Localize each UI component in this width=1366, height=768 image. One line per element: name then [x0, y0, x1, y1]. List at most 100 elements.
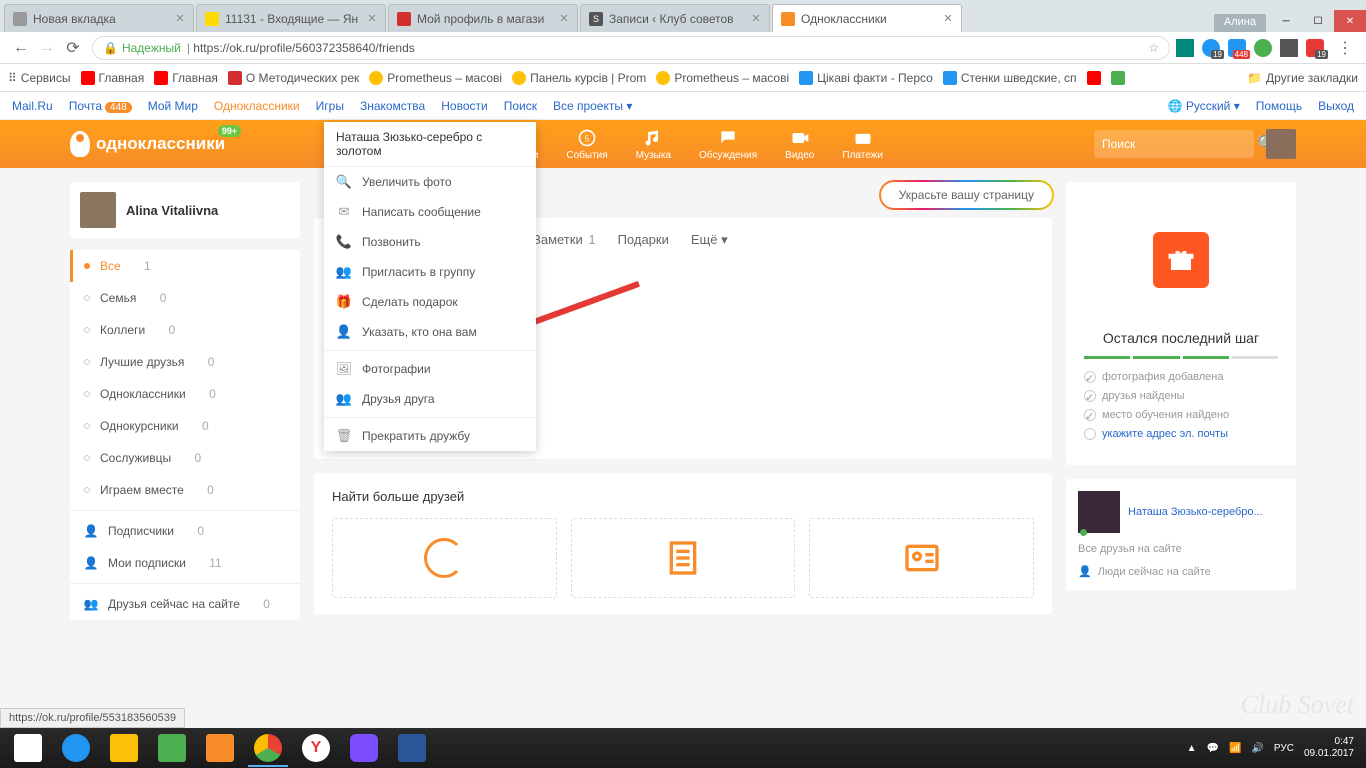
widget-friend[interactable]: Наташа Зюзько-серебро...	[1078, 491, 1284, 533]
decorate-button[interactable]: Украсьте вашу страницу	[881, 182, 1052, 208]
nav-video[interactable]: Видео	[785, 128, 814, 161]
other-bookmarks[interactable]: 📁Другие закладки	[1247, 71, 1358, 85]
task-vlc[interactable]	[196, 729, 244, 767]
tab-notes[interactable]: Заметки 1	[533, 232, 596, 248]
category-coursemates[interactable]: Однокурсники 0	[70, 410, 300, 442]
bookmark[interactable]: Prometheus – масові	[656, 71, 789, 85]
find-box[interactable]	[571, 518, 796, 598]
category-coworkers[interactable]: Сослуживцы 0	[70, 442, 300, 474]
browser-tab[interactable]: Мой профиль в магази✕	[388, 4, 578, 32]
ctx-call[interactable]: 📞Позвонить	[324, 227, 536, 257]
mailru-link[interactable]: Мой Мир	[148, 99, 198, 113]
task-ie[interactable]	[52, 729, 100, 767]
back-button[interactable]: ←	[8, 35, 34, 61]
browser-tab-active[interactable]: Одноклассники✕	[772, 4, 962, 32]
close-icon[interactable]: ✕	[559, 14, 569, 24]
maximize-button[interactable]: ☐	[1302, 10, 1334, 32]
bookmark[interactable]	[1087, 71, 1101, 85]
search-box[interactable]: 🔍	[1094, 130, 1254, 158]
action-center-icon[interactable]: 💬	[1207, 743, 1219, 754]
bookmark[interactable]: ⠿Сервисы	[8, 71, 71, 85]
browser-tab[interactable]: SЗаписи ‹ Клуб советов✕	[580, 4, 770, 32]
start-button[interactable]	[4, 729, 52, 767]
volume-icon[interactable]: 🔊	[1251, 743, 1263, 754]
check-email[interactable]: укажите адрес эл. почты	[1084, 428, 1278, 440]
bookmark[interactable]: О Методических рек	[228, 71, 359, 85]
find-box[interactable]	[332, 518, 557, 598]
browser-tab[interactable]: 11131 - Входящие — Ян✕	[196, 4, 386, 32]
bookmark[interactable]: Цікаві факти - Персо	[799, 71, 933, 85]
bookmark[interactable]: Стенки шведские, сп	[943, 71, 1077, 85]
nav-events[interactable]: 5События	[566, 128, 607, 161]
language-button[interactable]: 🌐 Русский ▾	[1168, 99, 1240, 113]
search-input[interactable]	[1102, 137, 1257, 151]
task-explorer[interactable]	[100, 729, 148, 767]
nav-payments[interactable]: Платежи	[842, 128, 883, 161]
bookmark[interactable]: Prometheus – масові	[369, 71, 502, 85]
task-chrome[interactable]	[244, 729, 292, 767]
clock[interactable]: 0:4709.01.2017	[1304, 736, 1354, 760]
tray-icon[interactable]: ▲	[1187, 743, 1197, 754]
bookmark[interactable]: Главная	[154, 71, 218, 85]
mailru-link[interactable]: Почта448	[69, 99, 132, 113]
extension-icon[interactable]	[1280, 39, 1298, 57]
task-store[interactable]	[148, 729, 196, 767]
bookmark[interactable]: Главная	[81, 71, 145, 85]
language-indicator[interactable]: РУС	[1274, 743, 1294, 754]
mailru-link-active[interactable]: Одноклассники	[214, 99, 300, 113]
star-icon[interactable]: ☆	[1148, 41, 1159, 55]
logout-link[interactable]: Выход	[1318, 99, 1354, 113]
ctx-friends-of-friend[interactable]: 👥Друзья друга	[324, 384, 536, 414]
tab-more[interactable]: Ещё ▾	[691, 232, 728, 248]
category-online-friends[interactable]: 👥Друзья сейчас на сайте 0	[70, 588, 300, 620]
chrome-user-button[interactable]: Алина	[1214, 14, 1266, 32]
ctx-unfriend[interactable]: 🗑Прекратить дружбу	[324, 421, 536, 451]
ok-logo[interactable]: одноклассники 99+	[70, 131, 225, 157]
nav-discussions[interactable]: Обсуждения	[699, 128, 757, 161]
ctx-photos[interactable]: 🖼Фотографии	[324, 354, 536, 384]
category-family[interactable]: Семья 0	[70, 282, 300, 314]
mailru-link[interactable]: Все проекты ▾	[553, 99, 632, 113]
bookmark[interactable]	[1111, 71, 1125, 85]
close-icon[interactable]: ✕	[751, 14, 761, 24]
profile-box[interactable]: Alina Vitaliivna	[70, 182, 300, 238]
task-yandex[interactable]: Y	[292, 729, 340, 767]
people-online-link[interactable]: 👤Люди сейчас на сайте	[1078, 565, 1284, 578]
mailru-link[interactable]: Поиск	[504, 99, 537, 113]
ctx-relation[interactable]: 👤Указать, кто она вам	[324, 317, 536, 347]
ctx-gift[interactable]: 🎁Сделать подарок	[324, 287, 536, 317]
category-subscribers[interactable]: 👤Подписчики 0	[70, 515, 300, 547]
network-icon[interactable]: 📶	[1229, 743, 1241, 754]
tab-gifts[interactable]: Подарки	[618, 232, 669, 248]
adblock-icon[interactable]: 19	[1306, 39, 1324, 57]
category-all[interactable]: Все 1	[70, 250, 300, 282]
mailru-link[interactable]: Игры	[316, 99, 344, 113]
close-icon[interactable]: ✕	[943, 14, 953, 24]
ctx-message[interactable]: ✉Написать сообщение	[324, 197, 536, 227]
extension-icon[interactable]: 19	[1202, 39, 1220, 57]
task-viber[interactable]	[340, 729, 388, 767]
nav-music[interactable]: Музыка	[636, 128, 671, 161]
category-classmates[interactable]: Одноклассники 0	[70, 378, 300, 410]
task-word[interactable]	[388, 729, 436, 767]
all-friends-link[interactable]: Все друзья на сайте	[1078, 543, 1284, 555]
close-icon[interactable]: ✕	[367, 14, 377, 24]
menu-icon[interactable]: ⋮	[1332, 35, 1358, 61]
category-best-friends[interactable]: Лучшие друзья 0	[70, 346, 300, 378]
category-play-together[interactable]: Играем вместе 0	[70, 474, 300, 506]
extension-icon[interactable]: 448	[1228, 39, 1246, 57]
ctx-zoom-photo[interactable]: 🔍Увеличить фото	[324, 167, 536, 197]
close-window-button[interactable]: ✕	[1334, 10, 1366, 32]
url-input[interactable]: 🔒 Надежный | https://ok.ru/profile/56037…	[92, 36, 1170, 60]
find-box[interactable]	[809, 518, 1034, 598]
minimize-button[interactable]: ─	[1270, 10, 1302, 32]
ctx-invite-group[interactable]: 👥Пригласить в группу	[324, 257, 536, 287]
mailru-link[interactable]: Mail.Ru	[12, 99, 53, 113]
category-subscriptions[interactable]: 👤Мои подписки 11	[70, 547, 300, 579]
help-link[interactable]: Помощь	[1256, 99, 1302, 113]
mailru-link[interactable]: Знакомства	[360, 99, 425, 113]
category-colleagues[interactable]: Коллеги 0	[70, 314, 300, 346]
browser-tab[interactable]: Новая вкладка✕	[4, 4, 194, 32]
reload-button[interactable]: ⟳	[60, 35, 86, 61]
close-icon[interactable]: ✕	[175, 14, 185, 24]
